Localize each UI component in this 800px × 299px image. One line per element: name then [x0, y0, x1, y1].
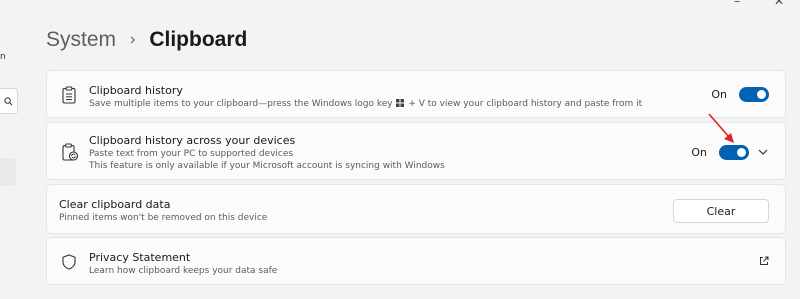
- sidebar-item-selected[interactable]: [0, 158, 16, 186]
- clipboard-sync-description-2: This feature is only available if your M…: [89, 161, 445, 171]
- privacy-statement-title: Privacy Statement: [89, 251, 191, 264]
- clipboard-icon: [62, 86, 76, 104]
- privacy-statement-description: Learn how clipboard keeps your data safe: [89, 266, 278, 276]
- description-part-2: + V to view your clipboard history and p…: [408, 99, 643, 109]
- external-link-icon[interactable]: [759, 256, 769, 266]
- sidebar-search-input[interactable]: [0, 88, 18, 114]
- description-part-1: Save multiple items to your clipboard—pr…: [89, 99, 393, 109]
- privacy-statement-card[interactable]: Privacy Statement Learn how clipboard ke…: [46, 237, 786, 285]
- clipboard-history-card: Clipboard history Save multiple items to…: [46, 70, 786, 118]
- clipboard-sync-card[interactable]: Clipboard history across your devices Pa…: [46, 122, 786, 180]
- clipboard-sync-description-1: Paste text from your PC to supported dev…: [89, 149, 294, 159]
- clipboard-sync-icon: [62, 143, 78, 161]
- clear-clipboard-title: Clear clipboard data: [59, 198, 171, 211]
- clipboard-history-title: Clipboard history: [89, 84, 183, 97]
- breadcrumb-separator: ›: [130, 31, 136, 48]
- clipboard-sync-title: Clipboard history across your devices: [89, 134, 296, 147]
- clear-button[interactable]: Clear: [673, 199, 769, 223]
- clipboard-history-toggle-label: On: [711, 88, 727, 101]
- chevron-down-icon[interactable]: [758, 149, 768, 156]
- shield-icon: [62, 254, 76, 270]
- clipboard-history-toggle[interactable]: [739, 87, 769, 102]
- annotation-arrow: [708, 113, 734, 143]
- clipboard-history-description: Save multiple items to your clipboard—pr…: [89, 98, 642, 110]
- clear-clipboard-description: Pinned items won't be removed on this de…: [59, 213, 268, 223]
- sidebar: n: [0, 0, 22, 299]
- toggle-knob: [757, 90, 766, 99]
- close-button[interactable]: ✕: [774, 0, 784, 8]
- sidebar-user-text: n: [0, 52, 6, 62]
- window-controls: – ✕: [734, 0, 800, 8]
- toggle-knob: [737, 148, 746, 157]
- breadcrumb-system[interactable]: System: [46, 28, 116, 52]
- breadcrumb: System › Clipboard: [46, 28, 247, 52]
- clipboard-history-toggle-group: On: [711, 87, 769, 102]
- page-title: Clipboard: [149, 28, 248, 51]
- minimize-button[interactable]: –: [734, 0, 740, 8]
- search-icon: [4, 96, 13, 105]
- clear-clipboard-card: Clear clipboard data Pinned items won't …: [46, 184, 786, 234]
- windows-logo-icon: [396, 99, 405, 107]
